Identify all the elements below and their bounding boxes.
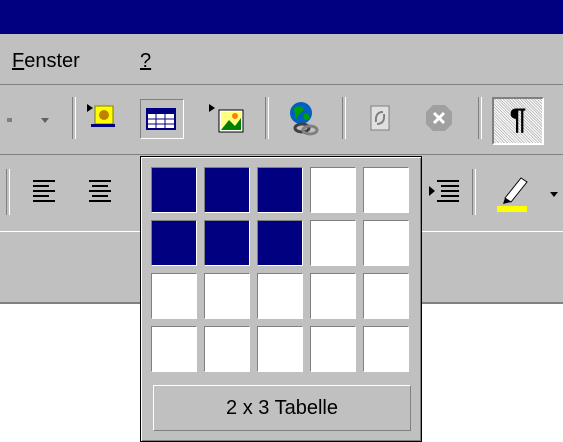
table-picker-cell[interactable] bbox=[363, 326, 409, 372]
table-picker-cell[interactable] bbox=[363, 220, 409, 266]
table-size-label: 2 x 3 Tabelle bbox=[153, 385, 411, 431]
toolbar-separator bbox=[6, 169, 10, 215]
table-picker-cell[interactable] bbox=[204, 273, 250, 319]
highlighter-icon bbox=[497, 177, 528, 212]
table-picker-cell[interactable] bbox=[204, 167, 250, 213]
table-picker-cell[interactable] bbox=[151, 167, 197, 213]
highlight-dropdown-arrow[interactable] bbox=[548, 187, 562, 205]
dropdown-arrow-icon bbox=[41, 118, 49, 123]
dropdown-arrow-button[interactable] bbox=[32, 99, 62, 137]
align-left-button[interactable] bbox=[26, 173, 64, 211]
insert-text-field-button[interactable] bbox=[82, 99, 120, 137]
chevron-down-icon bbox=[550, 192, 558, 197]
show-formatting-button[interactable]: ¶ bbox=[492, 97, 544, 145]
highlight-button[interactable] bbox=[488, 169, 538, 215]
insert-table-button[interactable] bbox=[140, 99, 184, 139]
table-picker-cell[interactable] bbox=[151, 220, 197, 266]
table-picker-cell[interactable] bbox=[310, 273, 356, 319]
menu-bar: Fenster ? bbox=[0, 34, 563, 85]
stop-icon bbox=[426, 105, 452, 131]
pilcrow-icon: ¶ bbox=[509, 103, 527, 136]
table-picker-cell[interactable] bbox=[310, 167, 356, 213]
table-picker-cell[interactable] bbox=[151, 273, 197, 319]
table-picker-cell[interactable] bbox=[310, 326, 356, 372]
menu-accel-f: F bbox=[12, 50, 25, 72]
toolbar-separator bbox=[342, 97, 346, 139]
table-picker-cell[interactable] bbox=[310, 220, 356, 266]
standard-toolbar: ¶ bbox=[0, 85, 563, 155]
menu-label-help: ? bbox=[140, 50, 152, 72]
refresh-icon bbox=[370, 105, 390, 131]
decrease-indent-button[interactable] bbox=[424, 173, 462, 211]
toolbar-separator bbox=[72, 97, 76, 139]
menu-item-fenster[interactable]: Fenster bbox=[12, 50, 80, 73]
toolbar-separator bbox=[265, 97, 269, 139]
partial-button[interactable] bbox=[0, 99, 28, 137]
table-picker-cell[interactable] bbox=[257, 273, 303, 319]
picture-icon bbox=[209, 104, 244, 133]
menu-label-fenster-rest: enster bbox=[24, 50, 80, 72]
insert-picture-button[interactable] bbox=[204, 99, 250, 137]
table-picker-cell[interactable] bbox=[257, 326, 303, 372]
globe-link-icon bbox=[290, 102, 319, 136]
refresh-button[interactable] bbox=[362, 99, 400, 137]
table-picker-popup: 2 x 3 Tabelle bbox=[140, 156, 422, 442]
table-icon bbox=[146, 108, 176, 130]
stop-button[interactable] bbox=[420, 99, 458, 137]
partial-icon bbox=[7, 118, 12, 122]
align-center-button[interactable] bbox=[82, 173, 120, 211]
table-picker-cell[interactable] bbox=[151, 326, 197, 372]
web-link-button[interactable] bbox=[283, 97, 321, 136]
indent-icon bbox=[429, 180, 459, 202]
menu-item-help[interactable]: ? bbox=[140, 50, 151, 73]
table-picker-cell[interactable] bbox=[257, 220, 303, 266]
title-bar bbox=[0, 0, 563, 34]
toolbar-separator bbox=[478, 97, 482, 139]
align-left-icon bbox=[33, 180, 55, 202]
table-picker-cell[interactable] bbox=[204, 220, 250, 266]
table-picker-cell[interactable] bbox=[257, 167, 303, 213]
toolbar-separator bbox=[472, 169, 476, 215]
align-center-icon bbox=[89, 180, 111, 202]
table-picker-cell[interactable] bbox=[363, 167, 409, 213]
table-picker-cell[interactable] bbox=[204, 326, 250, 372]
text-field-icon bbox=[87, 104, 115, 127]
table-picker-cell[interactable] bbox=[363, 273, 409, 319]
